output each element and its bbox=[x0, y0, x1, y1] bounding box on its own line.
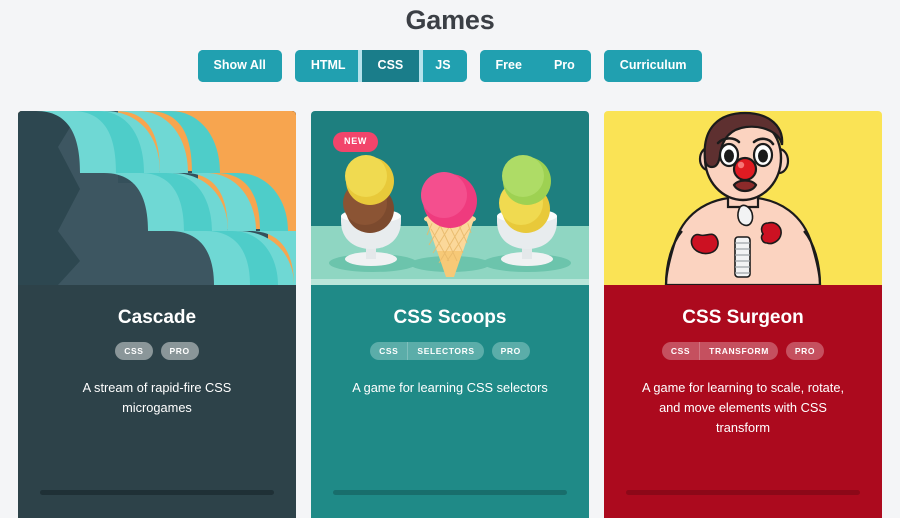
tag-pill-group-2: PRO bbox=[160, 341, 199, 360]
filter-bar: Show All HTML CSS JS Free Pro Curriculum bbox=[0, 50, 900, 82]
filter-button-html[interactable]: HTML bbox=[294, 50, 362, 82]
clown-patient-illustration bbox=[604, 111, 882, 285]
tag-css: CSS bbox=[661, 341, 700, 360]
filter-button-free[interactable]: Free bbox=[479, 50, 538, 82]
card-description: A stream of rapid-fire CSS microgames bbox=[82, 379, 232, 415]
tag-css: CSS bbox=[370, 341, 408, 360]
filter-group-show-all: Show All bbox=[197, 50, 282, 82]
tag-pill-group-1: CSS bbox=[115, 341, 153, 360]
waterfall-illustration bbox=[18, 111, 296, 285]
card-title: Cascade bbox=[117, 307, 197, 328]
card-description: A game for learning CSS selectors bbox=[352, 379, 548, 395]
card-progress-bar bbox=[626, 490, 860, 495]
filter-group-language: HTML CSS JS bbox=[294, 50, 467, 82]
filter-group-curriculum: Curriculum bbox=[603, 50, 703, 82]
card-progress-bar bbox=[40, 490, 274, 495]
filter-button-pro[interactable]: Pro bbox=[537, 50, 591, 82]
card-art-css-scoops: NEW bbox=[311, 111, 589, 285]
card-tag-row: CSS SELECTORS PRO bbox=[370, 341, 530, 360]
card-description: A game for learning to scale, rotate, an… bbox=[641, 379, 845, 435]
card-title: CSS Surgeon bbox=[682, 307, 804, 328]
card-body-css-surgeon: CSS Surgeon CSS TRANSFORM PRO A game for… bbox=[604, 285, 882, 518]
filter-button-css[interactable]: CSS bbox=[361, 50, 420, 82]
tag-pill-group-2: PRO bbox=[491, 341, 530, 360]
card-tag-row: CSS PRO bbox=[115, 341, 199, 360]
filter-group-pricing: Free Pro bbox=[479, 50, 591, 82]
card-art-css-surgeon bbox=[604, 111, 882, 285]
card-tag-row: CSS TRANSFORM PRO bbox=[661, 341, 825, 360]
tag-selectors: SELECTORS bbox=[407, 341, 484, 360]
tag-pill-group-1: CSS SELECTORS bbox=[370, 341, 484, 360]
new-badge: NEW bbox=[333, 132, 379, 152]
filter-button-curriculum[interactable]: Curriculum bbox=[603, 50, 703, 82]
card-art-cascade bbox=[18, 111, 296, 285]
card-body-cascade: Cascade CSS PRO A stream of rapid-fire C… bbox=[18, 285, 296, 518]
tag-css: CSS bbox=[115, 341, 153, 360]
tag-pro: PRO bbox=[785, 341, 825, 360]
filter-button-js[interactable]: JS bbox=[419, 50, 467, 82]
game-card-css-surgeon[interactable]: CSS Surgeon CSS TRANSFORM PRO A game for… bbox=[604, 111, 882, 518]
games-page: Games Show All HTML CSS JS Free Pro Curr… bbox=[0, 0, 900, 518]
tag-transform: TRANSFORM bbox=[699, 341, 778, 360]
card-progress-bar bbox=[333, 490, 567, 495]
card-title: CSS Scoops bbox=[393, 307, 507, 328]
tag-pill-group-2: PRO bbox=[785, 341, 825, 360]
tag-pro: PRO bbox=[491, 341, 530, 360]
card-body-css-scoops: CSS Scoops CSS SELECTORS PRO A game for … bbox=[311, 285, 589, 518]
filter-button-show-all[interactable]: Show All bbox=[197, 50, 282, 82]
game-card-cascade[interactable]: Cascade CSS PRO A stream of rapid-fire C… bbox=[18, 111, 296, 518]
tag-pill-group-1: CSS TRANSFORM bbox=[661, 341, 778, 360]
game-card-css-scoops[interactable]: NEW CSS Scoops CSS SELECTORS PRO A game … bbox=[311, 111, 589, 518]
game-card-grid: Cascade CSS PRO A stream of rapid-fire C… bbox=[18, 111, 882, 518]
tag-pro: PRO bbox=[160, 341, 199, 360]
page-title: Games bbox=[405, 5, 495, 35]
